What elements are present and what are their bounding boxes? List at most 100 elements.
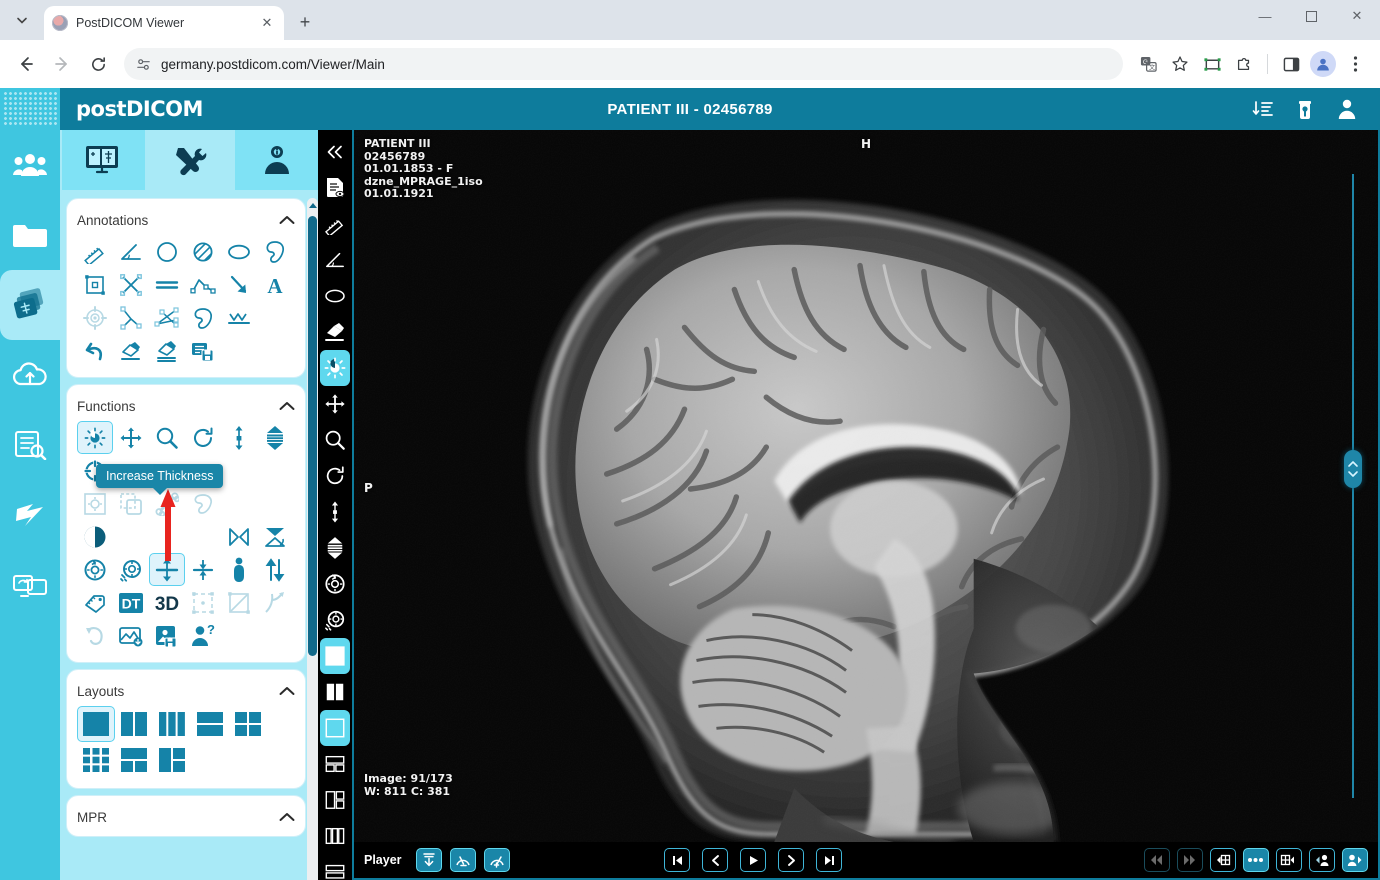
reset-rotate-icon[interactable] bbox=[320, 566, 350, 602]
tool-organ-preset[interactable] bbox=[185, 487, 221, 520]
tool-patient-query[interactable]: ? bbox=[185, 619, 221, 652]
previous-frame-button[interactable] bbox=[702, 848, 728, 872]
tool-flip-vertical[interactable] bbox=[257, 520, 293, 553]
forward-arrow-icon[interactable] bbox=[46, 48, 78, 80]
sidebar-item-share-screen[interactable] bbox=[0, 550, 60, 620]
slice-slider-handle[interactable] bbox=[1344, 450, 1362, 488]
back-arrow-icon[interactable] bbox=[10, 48, 42, 80]
tool-rotate[interactable] bbox=[185, 421, 221, 454]
section-header-annotations[interactable]: Annotations bbox=[77, 205, 295, 235]
layout-1x1-icon[interactable] bbox=[320, 638, 350, 674]
previous-layout-button[interactable] bbox=[1210, 848, 1236, 872]
tool-dt-label[interactable]: DT bbox=[113, 586, 149, 619]
tool-reorder-series[interactable] bbox=[257, 553, 293, 586]
tool-thickness[interactable] bbox=[257, 421, 293, 454]
sidebar-item-folders[interactable] bbox=[0, 200, 60, 270]
translate-icon[interactable]: G文 bbox=[1133, 49, 1163, 79]
tab-series[interactable] bbox=[62, 130, 145, 190]
tool-scroll-stack[interactable] bbox=[221, 421, 257, 454]
panel-scrollbar[interactable] bbox=[307, 198, 318, 880]
tool-spline-curve[interactable] bbox=[221, 301, 257, 334]
tool-delete-all-annotations[interactable] bbox=[149, 334, 185, 367]
sidebar-item-patients[interactable] bbox=[0, 130, 60, 200]
tool-invert[interactable] bbox=[77, 520, 113, 553]
tool-pan[interactable] bbox=[113, 421, 149, 454]
layout-2x2[interactable] bbox=[229, 706, 267, 742]
tool-save-image[interactable] bbox=[149, 619, 185, 652]
chevron-up-icon[interactable] bbox=[279, 812, 295, 822]
new-tab-button[interactable]: + bbox=[290, 7, 320, 37]
player-download-button[interactable] bbox=[416, 848, 442, 872]
browser-tab[interactable]: PostDICOM Viewer ✕ bbox=[44, 6, 284, 40]
chevron-up-icon[interactable] bbox=[279, 686, 295, 696]
tool-closed-freehand[interactable] bbox=[185, 301, 221, 334]
layout-l1r2-icon[interactable] bbox=[320, 782, 350, 818]
tool-angle[interactable] bbox=[113, 235, 149, 268]
tool-cobb-angle[interactable] bbox=[113, 301, 149, 334]
scrollbar-thumb[interactable] bbox=[308, 216, 317, 656]
layout-1x3[interactable] bbox=[153, 706, 191, 742]
sidebar-item-reports[interactable] bbox=[0, 410, 60, 480]
player-slower-button[interactable] bbox=[450, 848, 476, 872]
eraser-icon[interactable] bbox=[320, 314, 350, 350]
next-layout-button[interactable] bbox=[1276, 848, 1302, 872]
tool-text[interactable]: A bbox=[257, 268, 293, 301]
tool-vessel[interactable] bbox=[257, 586, 293, 619]
next-patient-button[interactable] bbox=[1342, 848, 1368, 872]
tool-length-ruler[interactable] bbox=[77, 235, 113, 268]
next-frame-button[interactable] bbox=[778, 848, 804, 872]
layout-1x2-icon[interactable] bbox=[320, 674, 350, 710]
tool-auto-window[interactable] bbox=[77, 487, 113, 520]
angle-icon[interactable] bbox=[320, 242, 350, 278]
section-header-layouts[interactable]: Layouts bbox=[77, 676, 295, 706]
dicom-canvas[interactable]: PATIENT III 02456789 01.01.1853 - F dzne… bbox=[354, 130, 1378, 842]
double-chevron-left-icon[interactable] bbox=[320, 134, 350, 170]
ruler-icon[interactable] bbox=[320, 206, 350, 242]
tool-flip-horizontal[interactable] bbox=[221, 520, 257, 553]
window-close-button[interactable]: ✕ bbox=[1334, 0, 1380, 32]
reset-view-icon[interactable] bbox=[320, 602, 350, 638]
layout-1x3-icon[interactable] bbox=[320, 818, 350, 854]
document-view-icon[interactable] bbox=[320, 170, 350, 206]
more-options-button[interactable] bbox=[1243, 848, 1269, 872]
tool-zoom[interactable] bbox=[149, 421, 185, 454]
three-dot-menu-icon[interactable] bbox=[1340, 49, 1370, 79]
move-arrows-icon[interactable] bbox=[320, 386, 350, 422]
scroll-up-arrow-icon[interactable] bbox=[309, 203, 317, 208]
layout-3x3[interactable] bbox=[77, 742, 115, 778]
layout-2x1[interactable] bbox=[191, 706, 229, 742]
layout-1x2[interactable] bbox=[115, 706, 153, 742]
minimize-button[interactable]: — bbox=[1242, 0, 1288, 32]
tab-tools[interactable] bbox=[149, 130, 232, 190]
tool-decrease-thickness[interactable] bbox=[185, 553, 221, 586]
sidebar-item-sync[interactable] bbox=[0, 480, 60, 550]
chevron-up-icon[interactable] bbox=[279, 215, 295, 225]
site-settings-icon[interactable] bbox=[136, 57, 151, 72]
layout-1x1[interactable] bbox=[77, 706, 115, 742]
first-frame-button[interactable] bbox=[664, 848, 690, 872]
tool-probe[interactable] bbox=[77, 301, 113, 334]
stack-thickness-icon[interactable] bbox=[320, 530, 350, 566]
maximize-button[interactable] bbox=[1288, 0, 1334, 32]
star-icon[interactable] bbox=[1165, 49, 1195, 79]
layout-2x1-icon[interactable] bbox=[320, 854, 350, 880]
layout-top-1-bottom-2[interactable] bbox=[115, 742, 153, 778]
tool-select-region[interactable] bbox=[185, 586, 221, 619]
tool-rectangle-roi[interactable] bbox=[77, 268, 113, 301]
tool-undo-action[interactable] bbox=[77, 619, 113, 652]
tool-crop[interactable] bbox=[113, 487, 149, 520]
image-viewport[interactable]: PATIENT III 02456789 01.01.1853 - F dzne… bbox=[352, 130, 1380, 880]
ellipse-icon[interactable] bbox=[320, 278, 350, 314]
tool-reset-rotate[interactable] bbox=[77, 553, 113, 586]
tool-freehand[interactable] bbox=[257, 235, 293, 268]
sidebar-item-upload[interactable] bbox=[0, 340, 60, 410]
close-icon[interactable]: ✕ bbox=[258, 14, 276, 32]
next-series-button[interactable] bbox=[1177, 848, 1203, 872]
tool-tags[interactable] bbox=[77, 586, 113, 619]
profile-avatar-icon[interactable] bbox=[1308, 49, 1338, 79]
sidebar-item-studies[interactable] bbox=[0, 270, 60, 340]
tool-polyline[interactable] bbox=[185, 268, 221, 301]
play-button[interactable] bbox=[740, 848, 766, 872]
section-header-functions[interactable]: Functions bbox=[77, 391, 295, 421]
tool-undo-annotation[interactable] bbox=[77, 334, 113, 367]
